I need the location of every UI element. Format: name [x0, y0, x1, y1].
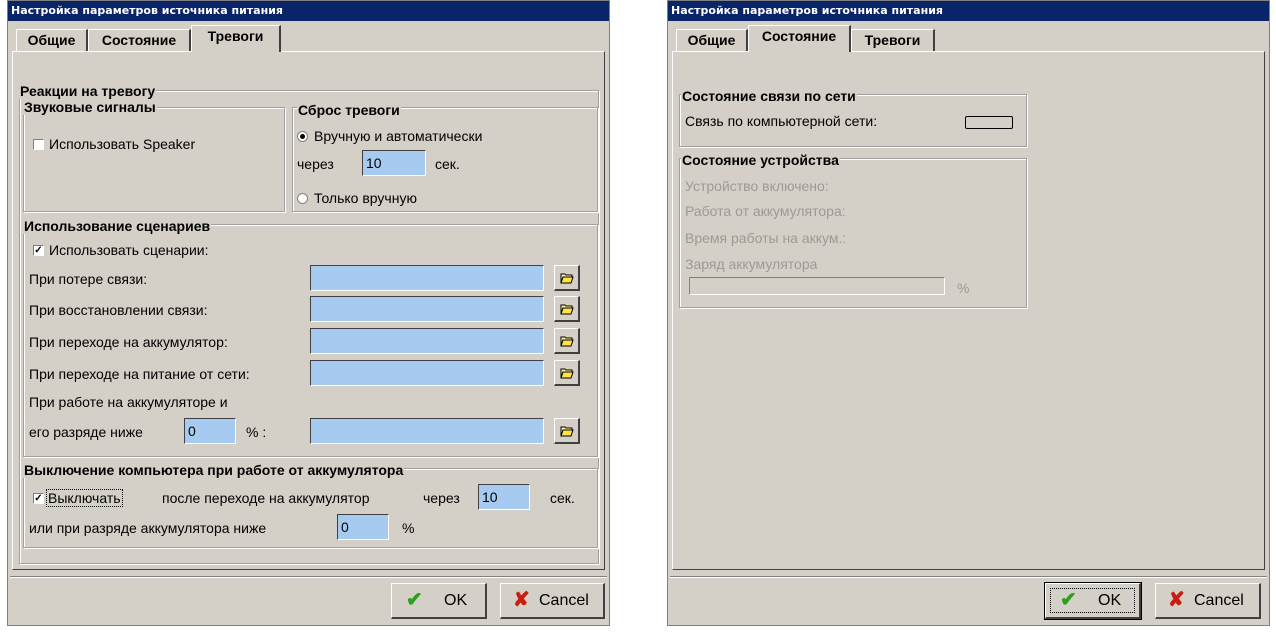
scenario-input-to-mains[interactable] — [310, 360, 544, 386]
shutdown-checkbox-label: Выключать — [46, 489, 123, 507]
battery-time-label: Время работы на аккум.: — [685, 230, 847, 246]
scenario-input-connection-lost[interactable] — [310, 265, 544, 291]
browse-button-to-mains[interactable] — [554, 360, 580, 386]
button-bar-separator-status — [670, 576, 1267, 578]
tab-general-label-status-window: Общие — [687, 32, 736, 48]
shutdown-after-label: через — [423, 490, 460, 506]
folder-open-icon — [560, 368, 574, 379]
use-speaker-label: Использовать Speaker — [49, 136, 196, 152]
battery-charge-label: Заряд аккумулятора — [685, 256, 818, 272]
battery-percent-input[interactable]: 0 — [184, 418, 236, 444]
battery-charge-progress — [689, 277, 945, 295]
radio-manual-only[interactable] — [297, 193, 308, 204]
button-bar-separator — [10, 576, 607, 578]
device-on-label: Устройство включено: — [685, 178, 829, 194]
shutdown-checkbox[interactable]: ✓ — [33, 493, 44, 504]
cancel-button[interactable]: ✘ Cancel — [500, 583, 605, 619]
reactions-group-title: Реакции на тревогу — [19, 83, 157, 99]
browse-button-to-battery[interactable] — [554, 328, 580, 354]
cross-icon: ✘ — [1168, 589, 1185, 611]
reset-sec-unit: сек. — [435, 156, 460, 172]
scenarios-group-title: Использование сценариев — [23, 218, 212, 234]
reset-group-title: Сброс тревоги — [297, 102, 401, 118]
network-connection-label: Связь по компьютерной сети: — [685, 113, 878, 129]
battery-charge-percent-unit: % — [957, 280, 970, 296]
tab-alarms-label-status-window: Тревоги — [864, 32, 921, 48]
use-speaker-checkbox[interactable] — [33, 139, 44, 150]
device-status-title: Состояние устройства — [681, 152, 840, 168]
radio-manual-auto-label: Вручную и автоматически — [314, 128, 483, 144]
reset-seconds-input[interactable]: 10 — [362, 150, 426, 176]
status-dialog-window: Настройка параметров источника питания О… — [667, 0, 1270, 626]
folder-open-icon — [560, 336, 574, 347]
network-connection-indicator — [965, 116, 1013, 129]
tab-general[interactable]: Общие — [16, 29, 88, 51]
scenario-label-to-mains: При переходе на питание от сети: — [29, 366, 250, 382]
cancel-button-status[interactable]: ✘ Cancel — [1155, 583, 1261, 619]
browse-button-battery-low[interactable] — [554, 418, 580, 444]
ok-button[interactable]: ✔ OK — [391, 583, 487, 619]
scenario-input-battery-low[interactable] — [310, 418, 544, 444]
tab-status-label: Состояние — [101, 32, 177, 48]
shutdown-percent-unit: % — [402, 520, 415, 536]
shutdown-discharge-label: или при разряде аккумулятора ниже — [29, 520, 267, 536]
ok-button-status-label: OK — [1098, 592, 1122, 609]
folder-open-icon — [560, 273, 574, 284]
folder-open-icon — [560, 426, 574, 437]
tab-bar: Общие Состояние Тревоги — [16, 25, 596, 52]
radio-manual-only-label: Только вручную — [314, 190, 417, 206]
ok-button-status[interactable]: ✔ OK — [1044, 582, 1142, 620]
alarms-dialog-window: Настройка параметров источника питания О… — [7, 0, 610, 626]
tab-bar-status: Общие Состояние Тревоги — [676, 25, 1256, 52]
ok-button-label: OK — [444, 592, 468, 609]
network-status-title: Состояние связи по сети — [681, 88, 857, 104]
tab-general-label: Общие — [27, 32, 76, 48]
use-scenarios-label: Использовать сценарии: — [49, 242, 209, 258]
tab-general-status-window[interactable]: Общие — [676, 29, 748, 51]
tab-alarms-label: Тревоги — [207, 28, 264, 44]
scenario-label-to-battery: При переходе на аккумулятор: — [29, 334, 228, 350]
cancel-button-label: Cancel — [539, 592, 589, 609]
folder-open-icon — [560, 304, 574, 315]
battery-discharge-line1: При работе на аккумуляторе и — [29, 394, 228, 410]
reset-after-label: через — [297, 156, 334, 172]
shutdown-seconds-input[interactable]: 10 — [478, 484, 530, 510]
scenario-label-connection-restored: При восстановлении связи: — [29, 302, 208, 318]
tab-status-label-active: Состояние — [761, 28, 837, 44]
scenario-label-connection-lost: При потере связи: — [29, 271, 148, 287]
shutdown-group-title: Выключение компьютера при работе от акку… — [23, 462, 405, 478]
check-icon: ✔ — [406, 589, 423, 611]
check-icon: ✔ — [1060, 589, 1077, 611]
battery-discharge-line2: его разряде ниже — [29, 424, 143, 440]
tab-alarms[interactable]: Тревоги — [191, 25, 281, 52]
shutdown-percent-input[interactable]: 0 — [337, 514, 389, 540]
use-scenarios-checkbox[interactable]: ✓ — [33, 245, 44, 256]
alarms-tab-panel: Реакции на тревогу Звуковые сигналы Испо… — [12, 51, 605, 570]
scenario-input-to-battery[interactable] — [310, 328, 544, 354]
tab-status-active[interactable]: Состояние — [748, 25, 851, 52]
window-title-status: Настройка параметров источника питания — [668, 1, 1269, 21]
status-tab-panel: Состояние связи по сети Связь по компьют… — [672, 51, 1265, 570]
browse-button-connection-lost[interactable] — [554, 265, 580, 291]
tab-status[interactable]: Состояние — [88, 29, 191, 51]
cancel-button-status-label: Cancel — [1194, 592, 1244, 609]
radio-manual-auto[interactable] — [297, 131, 308, 142]
shutdown-sec-unit: сек. — [550, 490, 575, 506]
window-title: Настройка параметров источника питания — [8, 1, 609, 21]
browse-button-connection-restored[interactable] — [554, 296, 580, 322]
sound-group-title: Звуковые сигналы — [23, 99, 157, 115]
cross-icon: ✘ — [513, 589, 530, 611]
scenario-input-connection-restored[interactable] — [310, 296, 544, 322]
shutdown-after-switch-label: после переходе на аккумулятор — [162, 490, 370, 506]
on-battery-label: Работа от аккумулятора: — [685, 203, 846, 219]
sound-group — [23, 107, 285, 212]
tab-alarms-status-window[interactable]: Тревоги — [851, 29, 935, 51]
battery-percent-colon: % : — [246, 424, 267, 440]
